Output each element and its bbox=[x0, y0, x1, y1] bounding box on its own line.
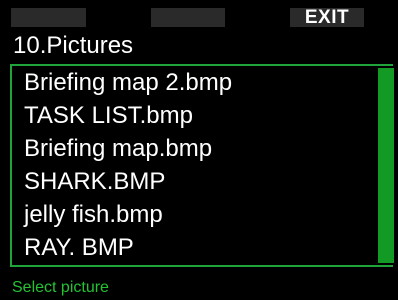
softkey-bar: EXIT bbox=[0, 8, 398, 27]
picture-list-item[interactable]: RAY. BMP bbox=[12, 231, 376, 264]
picture-list-item[interactable]: jelly fish.bmp bbox=[12, 198, 376, 231]
picture-list-item[interactable]: Briefing map 2.bmp bbox=[12, 66, 376, 99]
picture-list-item[interactable]: TASK LIST.bmp bbox=[12, 99, 376, 132]
dive-computer-screen: EXIT 10.Pictures Briefing map 2.bmp TASK… bbox=[0, 0, 398, 300]
list-scrollbar[interactable] bbox=[376, 66, 394, 265]
picture-list-item[interactable]: SHARK.BMP bbox=[12, 165, 376, 198]
left-softkey[interactable] bbox=[11, 8, 86, 27]
middle-softkey[interactable] bbox=[151, 8, 225, 27]
exit-softkey[interactable]: EXIT bbox=[290, 8, 364, 27]
picture-list[interactable]: Briefing map 2.bmp TASK LIST.bmp Briefin… bbox=[12, 66, 376, 265]
picture-list-panel: Briefing map 2.bmp TASK LIST.bmp Briefin… bbox=[10, 64, 394, 267]
picture-list-item[interactable]: Briefing map.bmp bbox=[12, 132, 376, 165]
page-title: 10.Pictures bbox=[13, 32, 134, 59]
scrollbar-thumb[interactable] bbox=[378, 68, 394, 263]
status-hint: Select picture bbox=[12, 279, 109, 296]
